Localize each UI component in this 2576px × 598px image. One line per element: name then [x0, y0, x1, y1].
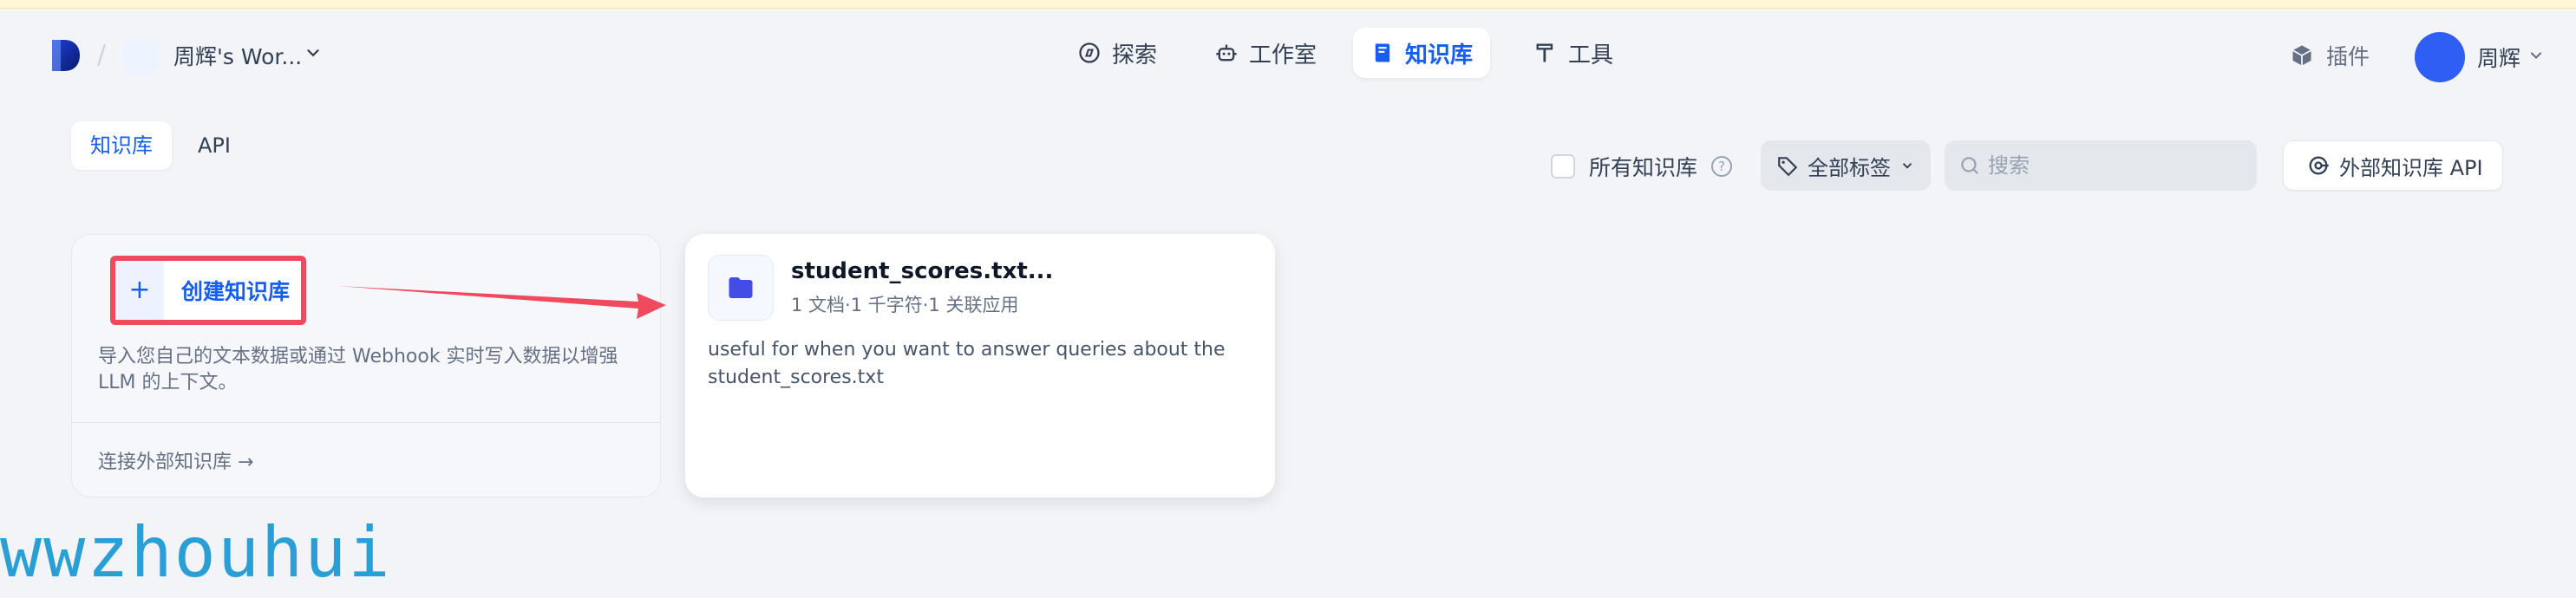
external-knowledge-api-button[interactable]: 外部知识库 API: [2283, 140, 2503, 191]
dify-logo[interactable]: [49, 38, 83, 73]
hammer-icon: [1536, 43, 1553, 62]
tag-filter-label: 全部标签: [1808, 155, 1891, 180]
dataset-icon: [708, 255, 774, 321]
all-knowledge-label: 所有知识库: [1589, 155, 1698, 180]
search-input[interactable]: [1988, 153, 2248, 178]
dataset-name: student_scores.txt...: [791, 258, 1054, 284]
api-connection-icon: [2309, 156, 2329, 175]
nav-explore[interactable]: 探索: [1060, 28, 1174, 78]
tag-icon: [1778, 157, 1798, 177]
compass-icon: [1079, 42, 1100, 63]
plus-icon: +: [115, 261, 164, 320]
tag-filter-dropdown[interactable]: 全部标签: [1761, 140, 1931, 191]
tab-knowledge[interactable]: 知识库: [71, 121, 172, 170]
workspace-name[interactable]: 周辉's Wor...: [173, 40, 302, 71]
workspace-avatar[interactable]: [121, 38, 158, 75]
create-knowledge-label: 创建知识库: [181, 279, 291, 304]
nav-tools-label: 工具: [1568, 42, 1614, 68]
search-icon: [1961, 157, 1978, 174]
dataset-description: useful for when you want to answer queri…: [708, 339, 1226, 388]
tab-api[interactable]: API: [179, 121, 250, 170]
dataset-card[interactable]: student_scores.txt... 1 文档·1 千字符·1 关联应用 …: [685, 234, 1275, 497]
robot-icon: [1216, 44, 1237, 62]
chevron-down-icon[interactable]: [304, 43, 323, 62]
nav-studio-label: 工作室: [1249, 42, 1317, 68]
connect-external-knowledge-link[interactable]: 连接外部知识库 →: [98, 446, 253, 474]
chevron-down-icon[interactable]: [2527, 47, 2545, 64]
nav-studio[interactable]: 工作室: [1197, 28, 1334, 78]
user-name[interactable]: 周辉: [2477, 42, 2520, 73]
cube-icon: [2292, 45, 2311, 66]
create-knowledge-button[interactable]: + 创建知识库: [110, 256, 306, 325]
plugin-button[interactable]: 插件: [2290, 40, 2370, 71]
folder-icon: [729, 277, 753, 298]
book-icon: [1375, 43, 1390, 62]
breadcrumb-separator: /: [97, 40, 107, 70]
watermark-text: wwzhouhui: [0, 512, 392, 593]
chevron-down-icon: [1902, 163, 1912, 169]
nav-explore-label: 探索: [1112, 42, 1158, 68]
all-knowledge-filter[interactable]: 所有知识库 ?: [1551, 151, 1733, 182]
nav-knowledge-label: 知识库: [1405, 42, 1474, 68]
divider: [72, 422, 660, 423]
nav-tools[interactable]: 工具: [1516, 28, 1631, 78]
create-knowledge-description: 导入您自己的文本数据或通过 Webhook 实时写入数据以增强 LLM 的上下文…: [98, 346, 618, 393]
top-notice-strip: [0, 0, 2576, 9]
help-icon[interactable]: ?: [1711, 156, 1733, 177]
external-api-label: 外部知识库 API: [2339, 155, 2483, 180]
dataset-meta: 1 文档·1 千字符·1 关联应用: [791, 295, 1019, 315]
annotation-arrow: [338, 286, 666, 319]
plugin-label: 插件: [2326, 44, 2370, 69]
all-knowledge-checkbox[interactable]: [1551, 154, 1575, 179]
create-knowledge-card: + 创建知识库 导入您自己的文本数据或通过 Webhook 实时写入数据以增强 …: [71, 234, 661, 497]
nav-knowledge[interactable]: 知识库: [1353, 28, 1491, 78]
search-box[interactable]: [1945, 140, 2257, 191]
user-avatar[interactable]: [2415, 32, 2465, 82]
top-header: / 周辉's Wor... 探索 工作室 知识库 工具 插件 周辉: [0, 9, 2576, 95]
